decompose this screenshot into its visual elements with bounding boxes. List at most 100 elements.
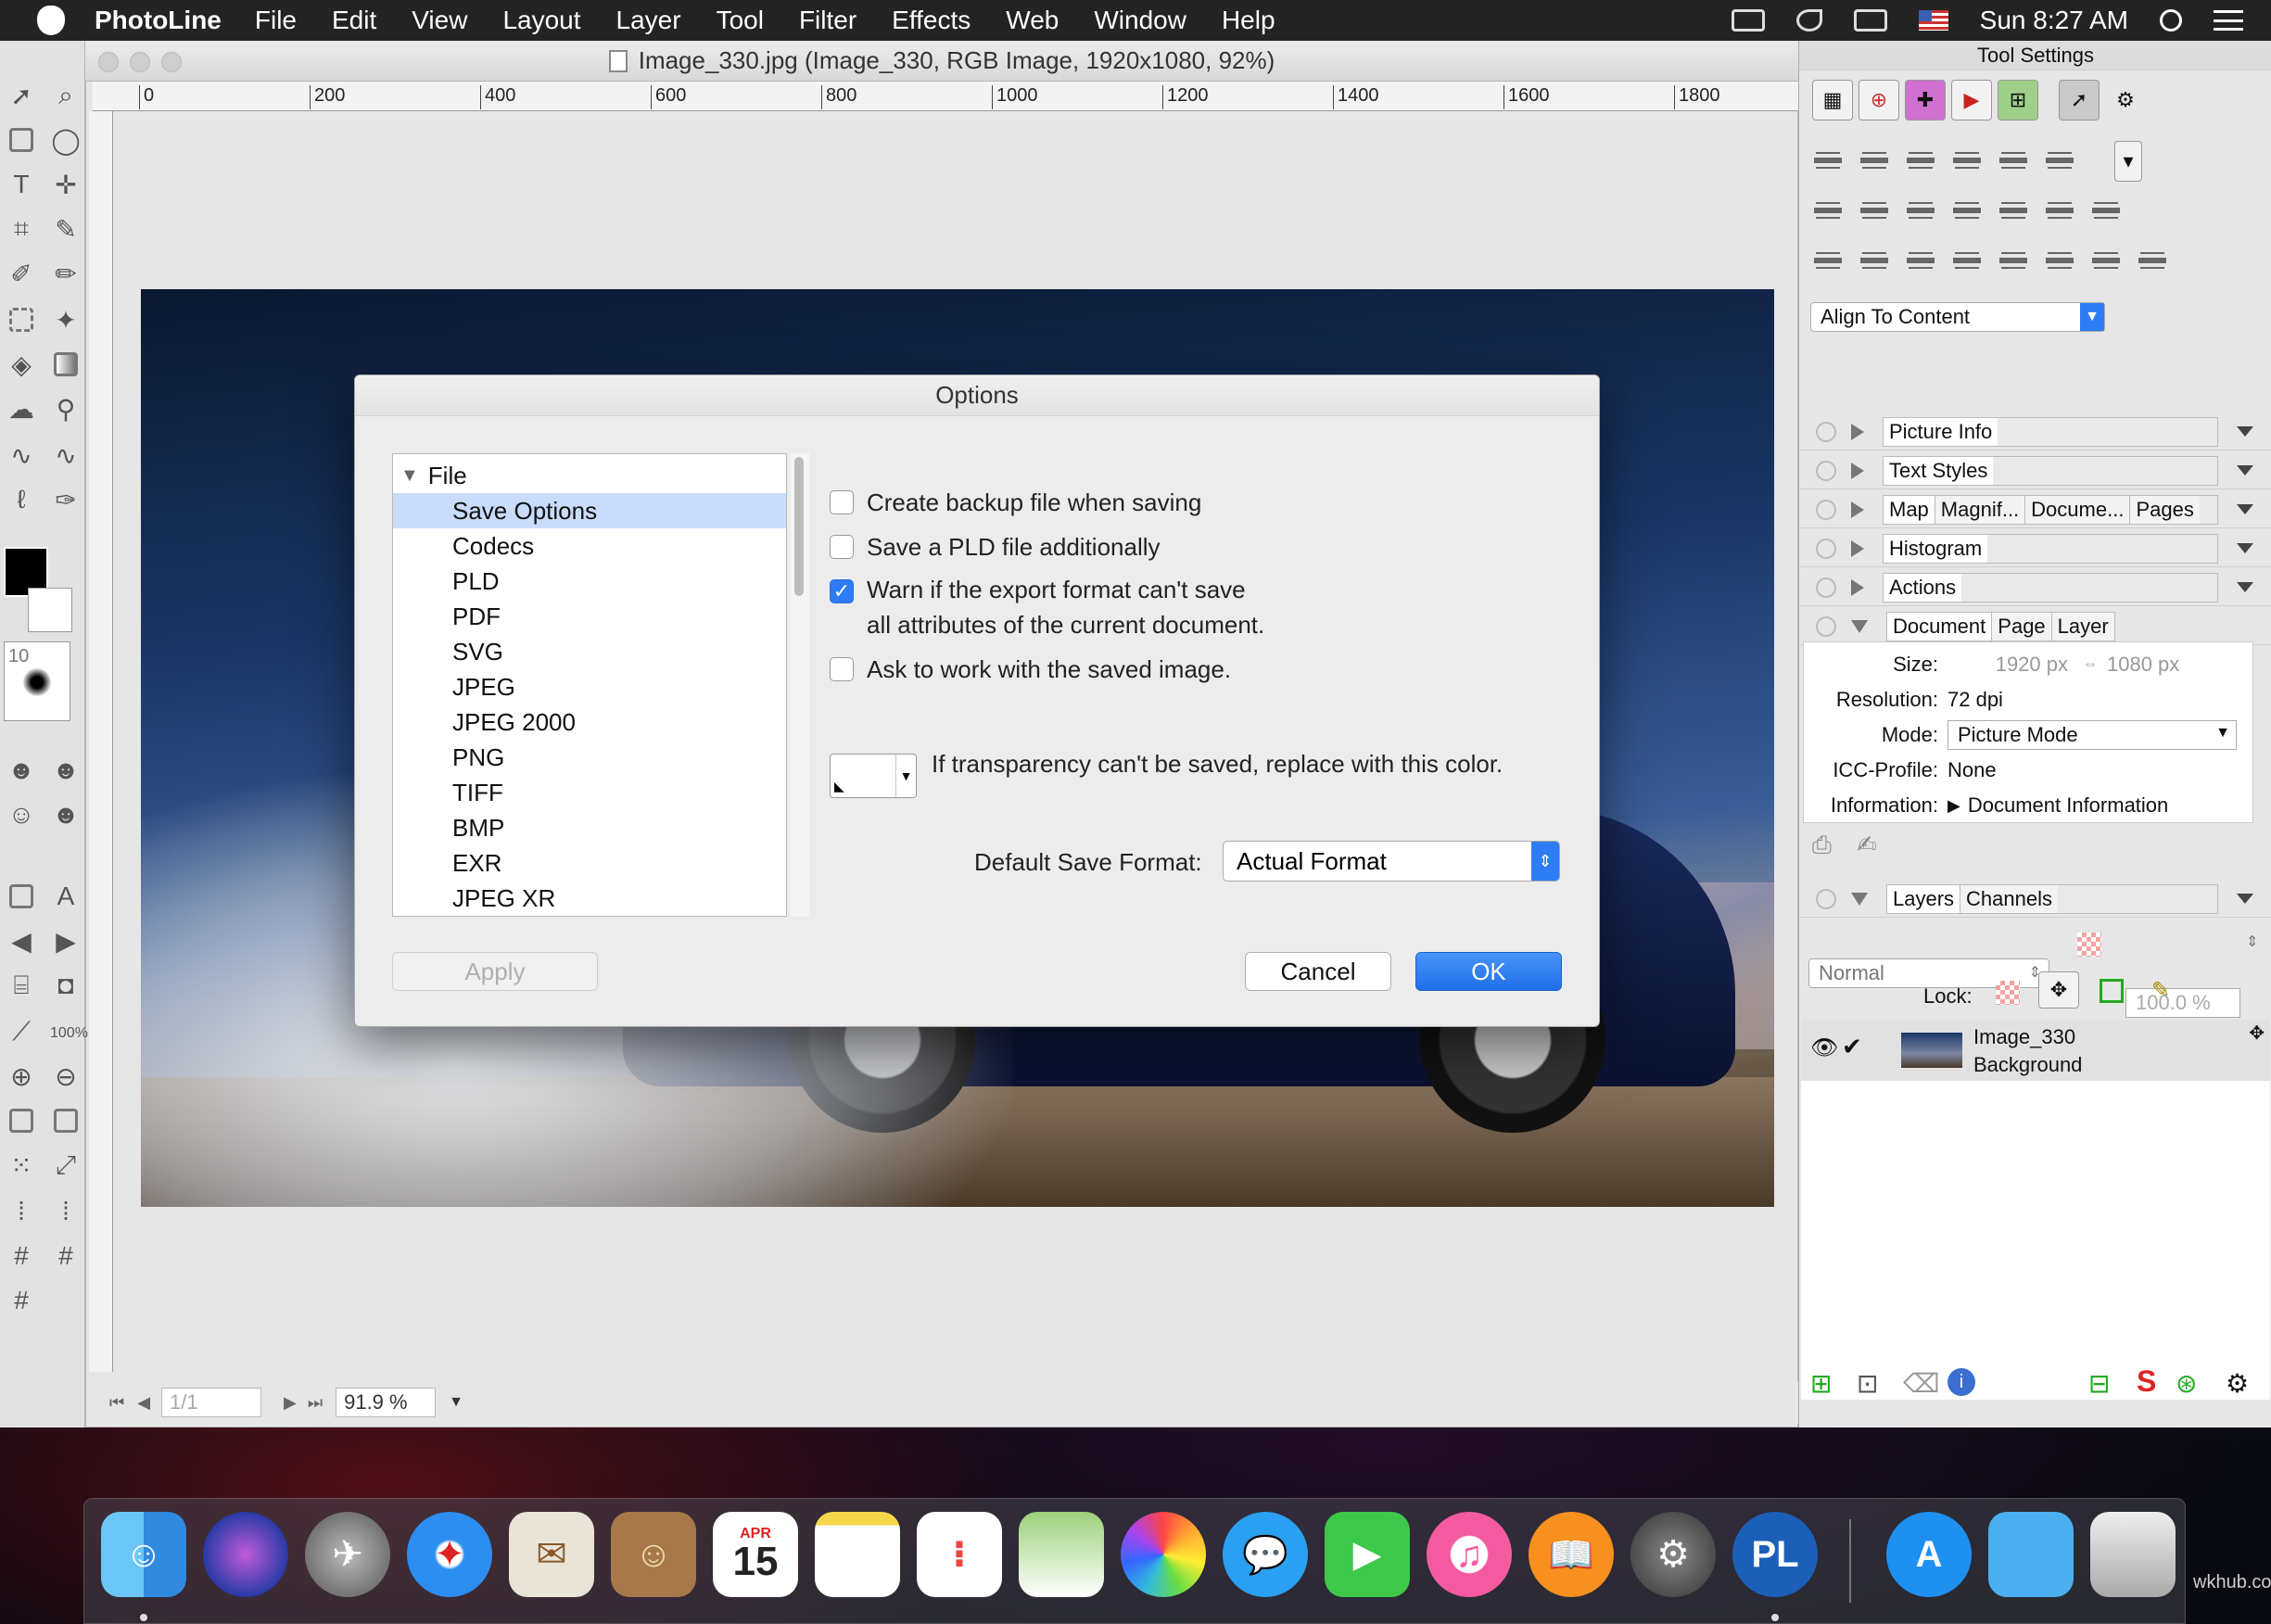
tree-item-codecs[interactable]: Codecs bbox=[393, 528, 786, 564]
panel-menu-icon[interactable] bbox=[2237, 426, 2253, 437]
input-source-flag-icon[interactable] bbox=[1918, 10, 1948, 31]
select-arrow-icon[interactable]: ➚ bbox=[2059, 80, 2100, 121]
dock-launchpad-icon[interactable]: ✈ bbox=[305, 1512, 390, 1597]
dock-maps-icon[interactable] bbox=[1019, 1512, 1104, 1597]
layers-panel-header[interactable]: Layers Channels bbox=[1799, 881, 2271, 918]
last-page-icon[interactable]: ⏭ bbox=[308, 1393, 323, 1413]
backup-checkbox-row[interactable]: Create backup file when saving bbox=[830, 488, 1201, 517]
snap-grid-icon[interactable]: ⊞ bbox=[1998, 80, 2038, 121]
zoom-in-icon[interactable]: ⊕ bbox=[4, 1059, 39, 1094]
tree-item-tiff[interactable]: TIFF bbox=[393, 775, 786, 810]
menu-web[interactable]: Web bbox=[1006, 6, 1059, 35]
tab-layer[interactable]: Layer bbox=[2050, 611, 2115, 641]
fullscreen-icon[interactable]: ⤢ bbox=[48, 1148, 83, 1183]
menu-help[interactable]: Help bbox=[1222, 6, 1275, 35]
lock-size-icon[interactable] bbox=[2100, 979, 2124, 1003]
brush-tool-icon[interactable]: ✐ bbox=[4, 256, 39, 291]
tab-documents[interactable]: Docume... bbox=[2024, 494, 2131, 525]
doc-width[interactable]: 1920 px bbox=[1947, 653, 2068, 677]
zoom-dropdown-icon[interactable]: ▼ bbox=[449, 1394, 463, 1411]
dock-photos-icon[interactable] bbox=[1121, 1512, 1206, 1597]
tree-item-file[interactable]: ▼ File bbox=[393, 458, 786, 493]
lock-transparency-icon[interactable] bbox=[1996, 981, 2020, 1005]
zoom-field[interactable]: 91.9 % bbox=[336, 1388, 437, 1417]
backup-checkbox[interactable] bbox=[830, 490, 854, 514]
dock-contacts-icon[interactable]: ☺ bbox=[611, 1512, 696, 1597]
ruler-tool-icon[interactable]: ⟋ bbox=[4, 1014, 39, 1049]
align-h-center-icon[interactable] bbox=[1857, 143, 1892, 178]
tab-pages[interactable]: Pages bbox=[2129, 494, 2201, 525]
expand-arrow-icon[interactable] bbox=[1851, 501, 1864, 518]
dock-books-icon[interactable]: 📖 bbox=[1529, 1512, 1614, 1597]
edit-info-icon[interactable]: ✍ bbox=[1857, 831, 1877, 859]
distribute-v-space-icon[interactable] bbox=[2042, 243, 2077, 278]
grid-toggle-icon[interactable]: ▦ bbox=[1812, 80, 1853, 121]
transparency-icon[interactable] bbox=[2077, 933, 2101, 957]
document-panel-header[interactable]: Document Page Layer bbox=[1799, 608, 2271, 645]
minimize-window-button[interactable] bbox=[130, 52, 150, 72]
doc-resolution[interactable]: 72 dpi bbox=[1947, 688, 2003, 712]
dock-siri-icon[interactable] bbox=[203, 1512, 288, 1597]
ask-checkbox[interactable] bbox=[830, 657, 854, 681]
tree-expand-icon[interactable]: ▼ bbox=[400, 465, 419, 487]
dock-mail-icon[interactable]: ✉ bbox=[509, 1512, 594, 1597]
tab-text-styles[interactable]: Text Styles bbox=[1883, 455, 1995, 486]
smudge-tool-icon[interactable]: ☁ bbox=[4, 391, 39, 426]
collapse-arrow-icon[interactable] bbox=[1851, 619, 1868, 633]
tab-picture-info[interactable]: Picture Info bbox=[1883, 416, 1999, 447]
dock-system-preferences-icon[interactable]: ⚙ bbox=[1630, 1512, 1716, 1597]
horizontal-ruler[interactable]: 0 200 400 600 800 1000 1200 1400 1600 18… bbox=[93, 82, 1798, 111]
expand-arrow-icon[interactable] bbox=[1851, 462, 1864, 479]
tree-item-pld[interactable]: PLD bbox=[393, 564, 786, 599]
default-save-format-select[interactable]: Actual Format ⇕ bbox=[1223, 841, 1560, 882]
record-icon[interactable]: ▶ bbox=[1951, 80, 1992, 121]
lasso-tool-icon[interactable]: ℓ bbox=[4, 482, 39, 517]
tree-item-pdf[interactable]: PDF bbox=[393, 599, 786, 634]
align-middle-icon[interactable] bbox=[1996, 193, 2031, 228]
menu-edit[interactable]: Edit bbox=[332, 6, 376, 35]
text-styles-panel-header[interactable]: Text Styles bbox=[1799, 452, 2271, 489]
menu-app-name[interactable]: PhotoLine bbox=[95, 6, 222, 35]
dock-finder-icon[interactable]: ☺ bbox=[101, 1512, 186, 1597]
panel-menu-icon[interactable] bbox=[2237, 465, 2253, 476]
notification-center-icon[interactable] bbox=[2214, 10, 2243, 31]
grid-dots-icon[interactable]: ⁙ bbox=[4, 1148, 39, 1183]
add-point-icon[interactable]: ✚ bbox=[1905, 80, 1946, 121]
prev-arrow-icon[interactable]: ◀ bbox=[4, 923, 39, 958]
menu-clock[interactable]: Sun 8:27 AM bbox=[1980, 6, 2128, 35]
align-right-edge-icon[interactable] bbox=[1903, 143, 1938, 178]
pld-checkbox[interactable] bbox=[830, 535, 854, 559]
magic-wand-tool-icon[interactable]: ✦ bbox=[48, 302, 83, 337]
icc-profile-value[interactable]: None bbox=[1947, 758, 1997, 782]
snap-icon[interactable]: ⁞ bbox=[48, 1194, 83, 1229]
align-v-center-icon[interactable] bbox=[1996, 143, 2031, 178]
tab-channels[interactable]: Channels bbox=[1960, 883, 2059, 914]
tool-settings-header[interactable]: Tool Settings bbox=[1799, 41, 2271, 70]
dock-calendar-icon[interactable]: APR 15 bbox=[713, 1512, 798, 1597]
menu-view[interactable]: View bbox=[412, 6, 467, 35]
dock-trash-icon[interactable] bbox=[2090, 1512, 2176, 1597]
tab-layers[interactable]: Layers bbox=[1886, 883, 1961, 914]
zoom-window-button[interactable] bbox=[161, 52, 182, 72]
distribute-width-icon[interactable] bbox=[2088, 243, 2124, 278]
doc-height[interactable]: 1080 px bbox=[2107, 653, 2179, 677]
layer-adjust-icon[interactable]: ⊛ bbox=[2176, 1368, 2197, 1399]
opacity-stepper-icon[interactable]: ⇕ bbox=[2246, 933, 2258, 951]
grid-snap-icon[interactable]: # bbox=[48, 1238, 83, 1274]
actual-size-button[interactable]: 100% bbox=[50, 1025, 88, 1042]
align-to-select[interactable]: Align To Content ▼ bbox=[1810, 302, 2105, 332]
dock-reminders-icon[interactable]: ⁝ bbox=[917, 1512, 1002, 1597]
menu-filter[interactable]: Filter bbox=[799, 6, 856, 35]
dialog-titlebar[interactable]: Options bbox=[355, 375, 1599, 416]
apply-button[interactable]: Apply bbox=[392, 952, 598, 991]
picture-info-panel-header[interactable]: Picture Info bbox=[1799, 413, 2271, 450]
menu-layout[interactable]: Layout bbox=[502, 6, 580, 35]
expand-arrow-icon[interactable] bbox=[1851, 578, 1864, 596]
align-left-icon[interactable] bbox=[1810, 193, 1846, 228]
dock-app-store-icon[interactable]: A bbox=[1886, 1512, 1972, 1597]
tree-scroll-thumb[interactable] bbox=[794, 457, 804, 596]
fill-tool-icon[interactable]: ◈ bbox=[4, 347, 39, 382]
panel-menu-icon[interactable] bbox=[2237, 504, 2253, 514]
scanner-icon[interactable]: ⌸ bbox=[4, 968, 39, 1003]
page-field[interactable]: 1/1 bbox=[161, 1388, 262, 1417]
